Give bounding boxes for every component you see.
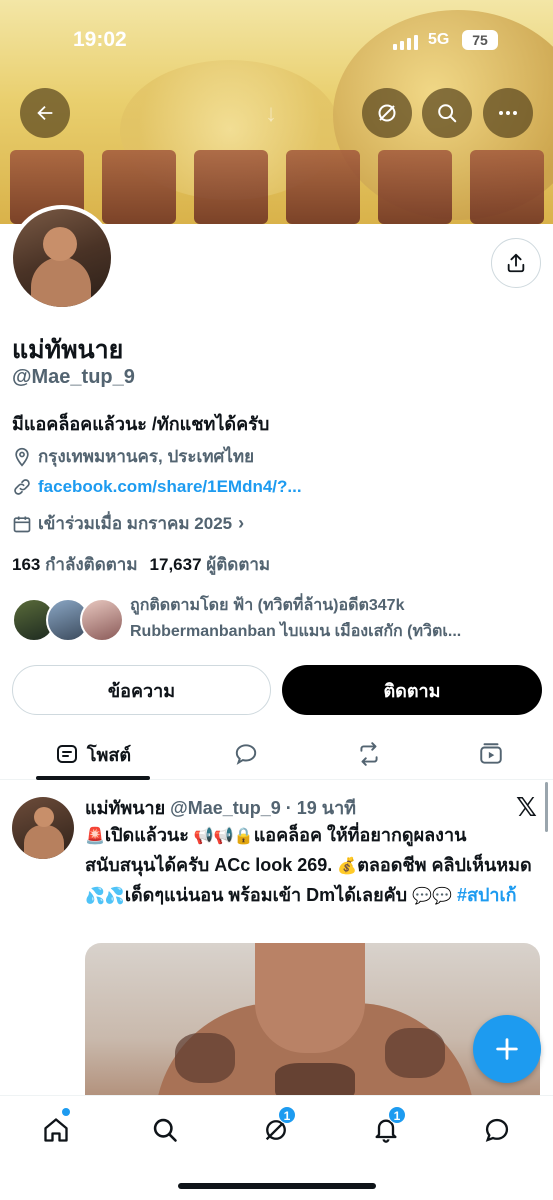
follow-stats: 163 กำลังติดตาม 17,637 ผู้ติดตาม bbox=[12, 551, 270, 578]
reply-icon bbox=[235, 744, 257, 765]
notification-dot bbox=[62, 1108, 70, 1116]
signal-icon bbox=[393, 34, 418, 50]
share-icon bbox=[507, 253, 525, 273]
calendar-icon bbox=[13, 516, 31, 532]
nav-grok[interactable]: 1 bbox=[256, 1106, 296, 1150]
more-icon bbox=[499, 111, 517, 115]
nav-messages[interactable] bbox=[477, 1110, 517, 1150]
tab-posts-label: โพสต์ bbox=[86, 744, 132, 765]
following-stat[interactable]: 163 กำลังติดตาม bbox=[12, 551, 138, 578]
siren-emoji: 🚨 bbox=[85, 828, 105, 845]
more-button[interactable] bbox=[483, 88, 533, 138]
tab-posts[interactable]: โพสต์ bbox=[36, 728, 150, 780]
profile-name: แม่ทัพนาย bbox=[12, 336, 124, 364]
post-hashtag[interactable]: #สปาเก้ bbox=[457, 885, 517, 905]
post-avatar[interactable] bbox=[12, 797, 74, 859]
nav-notifications[interactable]: 1 bbox=[366, 1106, 406, 1150]
droplets-emoji: 💦💦 bbox=[85, 888, 125, 905]
profile-bio: มีแอคล็อคแล้วนะ /ทักแชทได้ครับ bbox=[12, 414, 270, 434]
following-count: 163 bbox=[12, 555, 41, 574]
repost-icon bbox=[360, 742, 378, 766]
avatar[interactable] bbox=[13, 209, 111, 307]
status-time: 19:02 bbox=[73, 28, 127, 51]
home-indicator[interactable] bbox=[178, 1183, 376, 1189]
post-text-c: ตลอดชีพ คลิปเห็นหมด bbox=[357, 855, 532, 875]
profile-link[interactable]: facebook.com/share/1EMdn4/?... bbox=[12, 477, 302, 497]
followed-by-line1: ถูกติดตามโดย ฟ้า (ทวิตที่ล้าน)อดีต347k bbox=[130, 597, 405, 614]
profile-joined[interactable]: เข้าร่วมเมื่อ มกราคม 2025 › bbox=[12, 510, 244, 537]
post-handle-time: @Mae_tup_9 · 19 นาที bbox=[170, 798, 357, 818]
compose-button[interactable] bbox=[473, 1015, 541, 1083]
search-icon bbox=[153, 1118, 177, 1142]
followers-label: ผู้ติดตาม bbox=[206, 555, 271, 574]
post-header: แม่ทัพนาย @Mae_tup_9 · 19 นาที bbox=[85, 793, 356, 822]
network-label: 5G bbox=[428, 31, 450, 48]
nav-search[interactable] bbox=[145, 1110, 185, 1150]
money-bag-emoji: 💰 bbox=[337, 858, 358, 875]
post-text-a: เปิดแล้วนะ bbox=[104, 825, 189, 845]
link-text[interactable]: facebook.com/share/1EMdn4/?... bbox=[38, 477, 302, 497]
message-button[interactable]: ข้อความ bbox=[12, 665, 271, 715]
following-label: กำลังติดตาม bbox=[45, 555, 138, 574]
arrow-down-icon: ↓ bbox=[265, 100, 277, 127]
chevron-right-icon: › bbox=[238, 513, 245, 533]
followed-by[interactable]: ถูกติดตามโดย ฟ้า (ทวิตที่ล้าน)อดีต347k R… bbox=[12, 593, 542, 649]
status-bar: 19:02 5G 75 bbox=[0, 22, 553, 62]
grok-button[interactable] bbox=[362, 88, 412, 138]
profile-tabs: โพสต์ bbox=[0, 728, 553, 780]
grok-icon bbox=[378, 104, 396, 122]
avatar bbox=[80, 598, 124, 642]
x-logo-icon: 𝕏 bbox=[516, 792, 537, 822]
speech-bubble-emoji: 💬💬 bbox=[412, 888, 452, 905]
back-button[interactable] bbox=[20, 88, 70, 138]
post-media[interactable] bbox=[85, 943, 540, 1103]
tab-reposts[interactable] bbox=[349, 728, 389, 780]
megaphone-emoji: 📢📢🔒 bbox=[193, 828, 254, 845]
video-icon bbox=[480, 743, 502, 764]
tab-replies[interactable] bbox=[226, 728, 266, 780]
joined-text: เข้าร่วมเมื่อ มกราคม 2025 bbox=[38, 514, 233, 533]
share-button[interactable] bbox=[491, 238, 541, 288]
followed-by-text: ถูกติดตามโดย ฟ้า (ทวิตที่ล้าน)อดีต347k R… bbox=[130, 593, 540, 645]
message-icon bbox=[485, 1118, 509, 1142]
followed-by-line2: Rubbermanbanban ไบแมน เมืองเสกัก (ทวิตเ.… bbox=[130, 623, 462, 640]
location-icon bbox=[15, 447, 29, 467]
search-icon bbox=[438, 104, 457, 123]
profile-location: กรุงเทพมหานคร, ประเทศไทย bbox=[12, 443, 254, 470]
followers-stat[interactable]: 17,637 ผู้ติดตาม bbox=[150, 551, 271, 578]
tab-videos[interactable] bbox=[471, 728, 511, 780]
follow-button[interactable]: ติดตาม bbox=[282, 665, 542, 715]
nav-home[interactable] bbox=[36, 1108, 76, 1150]
profile-handle: @Mae_tup_9 bbox=[12, 366, 135, 388]
location-text: กรุงเทพมหานคร, ประเทศไทย bbox=[38, 447, 255, 466]
post-text: 🚨เปิดแล้วนะ 📢📢🔒แอคล็อค ให้ที่อยากดูผลงาน… bbox=[85, 821, 541, 911]
battery-icon: 75 bbox=[462, 30, 498, 50]
followers-count: 17,637 bbox=[149, 555, 202, 574]
search-button[interactable] bbox=[422, 88, 472, 138]
tab-indicator bbox=[36, 776, 150, 780]
arrow-left-icon bbox=[37, 105, 53, 121]
plus-icon bbox=[496, 1038, 518, 1060]
scrollbar[interactable] bbox=[545, 782, 548, 832]
post-text-d: เด็ดๆแน่นอน พร้อมเข้า Dmได้เลยคับ bbox=[124, 885, 408, 905]
grok-badge: 1 bbox=[278, 1106, 296, 1124]
post-author[interactable]: แม่ทัพนาย bbox=[85, 798, 165, 818]
link-icon bbox=[14, 479, 30, 495]
home-icon bbox=[44, 1118, 68, 1142]
posts-icon bbox=[56, 745, 77, 763]
notifications-badge: 1 bbox=[388, 1106, 406, 1124]
